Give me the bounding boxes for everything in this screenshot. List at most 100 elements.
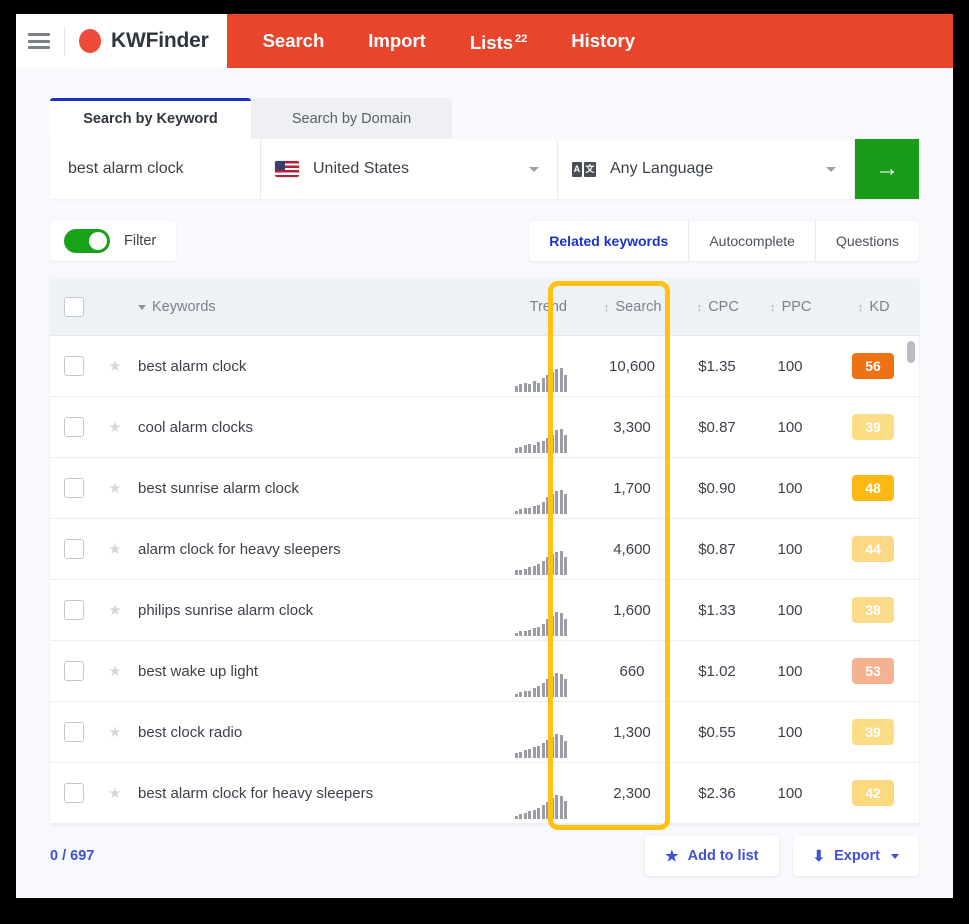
table-row[interactable]: ★ alarm clock for heavy sleepers 4,600 $0.8…: [50, 519, 919, 580]
scrollbar-thumb[interactable]: [907, 341, 915, 363]
toggle-switch[interactable]: [64, 229, 110, 253]
trend-bar: [523, 383, 527, 392]
table-row[interactable]: ★ best alarm clock for heavy sleepers 2,30…: [50, 763, 919, 824]
table-row[interactable]: ★ best sunrise alarm clock 1,700 $0.90 100 48: [50, 458, 919, 519]
cell-ppc: 100: [777, 357, 803, 375]
cell-trend: [467, 353, 583, 392]
star-icon[interactable]: ★: [108, 603, 121, 618]
trend-bar: [537, 686, 540, 697]
select-all-checkbox[interactable]: [64, 297, 84, 317]
header-label: CPC: [708, 299, 739, 315]
cell-keyword[interactable]: best sunrise alarm clock: [132, 480, 467, 497]
star-icon[interactable]: ★: [108, 786, 121, 801]
kd-badge: 38: [852, 597, 894, 623]
trend-bar: [519, 752, 522, 758]
trend-bar: [550, 616, 554, 636]
row-checkbox[interactable]: [64, 356, 84, 376]
cell-kd: 53: [827, 658, 919, 684]
kd-badge: 44: [852, 536, 894, 562]
keywords-table: Keywords Trend ↕ Search ↕ CPC ↕ PPC ↕ KD: [50, 279, 919, 824]
trend-bar: [514, 511, 518, 514]
nav-item-import[interactable]: Import: [346, 14, 448, 68]
star-icon[interactable]: ★: [108, 542, 121, 557]
header-trend: Trend: [467, 299, 583, 315]
row-checkbox[interactable]: [64, 783, 84, 803]
download-icon: ⬇: [812, 847, 826, 865]
row-checkbox[interactable]: [64, 722, 84, 742]
star-icon[interactable]: ★: [108, 420, 121, 435]
chevron-down-icon: [891, 853, 899, 859]
filter-row: Filter Related keywords Autocomplete Que…: [50, 221, 919, 261]
filter-label: Filter: [124, 233, 157, 249]
cell-search-volume: 3,300: [613, 418, 651, 436]
trend-bar: [537, 383, 540, 392]
trend-sparkline: [467, 610, 567, 636]
filter-toggle[interactable]: Filter: [50, 221, 177, 261]
trend-bar: [559, 674, 563, 697]
header-keywords[interactable]: Keywords: [132, 299, 467, 315]
trend-bar: [541, 624, 545, 636]
trend-bar: [532, 506, 536, 514]
row-checkbox[interactable]: [64, 661, 84, 681]
table-row[interactable]: ★ best alarm clock 10,600 $1.35 100 56: [50, 336, 919, 397]
export-button[interactable]: ⬇ Export: [792, 836, 919, 876]
header-label: Search: [615, 299, 662, 315]
hamburger-line: [28, 39, 50, 43]
footer-actions: ★ Add to list ⬇ Export: [645, 836, 919, 876]
cell-keyword[interactable]: best alarm clock: [132, 358, 467, 375]
cell-ppc: 100: [777, 662, 803, 680]
location-select[interactable]: United States: [261, 139, 558, 199]
table-row[interactable]: ★ cool alarm clocks 3,300 $0.87 100 39: [50, 397, 919, 458]
table-footer: 0 / 697 ★ Add to list ⬇ Export: [16, 824, 953, 888]
header-cpc[interactable]: ↕ CPC: [681, 299, 753, 315]
header-search[interactable]: ↕ Search: [583, 299, 681, 315]
cell-keyword[interactable]: best wake up light: [132, 663, 467, 680]
row-favorite-cell: ★: [98, 786, 132, 801]
star-icon[interactable]: ★: [108, 481, 121, 496]
hamburger-icon[interactable]: [28, 33, 50, 49]
cell-trend: [467, 780, 583, 819]
star-icon[interactable]: ★: [108, 725, 121, 740]
row-checkbox[interactable]: [64, 539, 84, 559]
cell-trend: [467, 597, 583, 636]
tab-search-by-domain[interactable]: Search by Domain: [251, 98, 452, 139]
trend-bar: [550, 372, 554, 392]
tab-questions[interactable]: Questions: [816, 221, 919, 261]
trend-bar: [532, 688, 536, 697]
cell-keyword[interactable]: alarm clock for heavy sleepers: [132, 541, 467, 558]
star-icon[interactable]: ★: [108, 359, 121, 374]
header-ppc[interactable]: ↕ PPC: [753, 299, 827, 315]
trend-bar: [528, 691, 531, 697]
trend-bar: [546, 740, 549, 758]
trend-bar: [546, 375, 549, 392]
header-kd[interactable]: ↕ KD: [827, 299, 919, 315]
cell-ppc: 100: [777, 601, 803, 619]
keyword-search-input[interactable]: best alarm clock: [50, 139, 261, 199]
table-scrollbar[interactable]: [907, 335, 915, 824]
star-icon[interactable]: ★: [108, 664, 121, 679]
add-to-list-button[interactable]: ★ Add to list: [645, 836, 779, 876]
tab-autocomplete[interactable]: Autocomplete: [689, 221, 816, 261]
trend-bar: [541, 805, 545, 819]
tab-related-keywords[interactable]: Related keywords: [529, 221, 690, 261]
cell-keyword[interactable]: best clock radio: [132, 724, 467, 741]
trend-bar: [559, 551, 563, 575]
cell-keyword[interactable]: philips sunrise alarm clock: [132, 602, 467, 619]
search-submit-button[interactable]: →: [855, 139, 919, 199]
language-select[interactable]: A 文 Any Language: [558, 139, 855, 199]
row-checkbox[interactable]: [64, 600, 84, 620]
cell-keyword[interactable]: best alarm clock for heavy sleepers: [132, 785, 467, 802]
table-row[interactable]: ★ best wake up light 660 $1.02 100 53: [50, 641, 919, 702]
row-checkbox[interactable]: [64, 417, 84, 437]
nav-item-lists[interactable]: Lists 22: [448, 14, 549, 70]
cell-keyword[interactable]: cool alarm clocks: [132, 419, 467, 436]
tab-search-by-keyword[interactable]: Search by Keyword: [50, 98, 251, 139]
nav-item-search[interactable]: Search: [241, 14, 347, 68]
table-row[interactable]: ★ philips sunrise alarm clock 1,600 $1.33 10…: [50, 580, 919, 641]
table-row[interactable]: ★ best clock radio 1,300 $0.55 100 39: [50, 702, 919, 763]
nav-item-history[interactable]: History: [549, 14, 657, 68]
divider: [64, 26, 65, 56]
row-checkbox[interactable]: [64, 478, 84, 498]
trend-bar: [528, 811, 531, 819]
sort-icon: ↕: [857, 302, 864, 314]
